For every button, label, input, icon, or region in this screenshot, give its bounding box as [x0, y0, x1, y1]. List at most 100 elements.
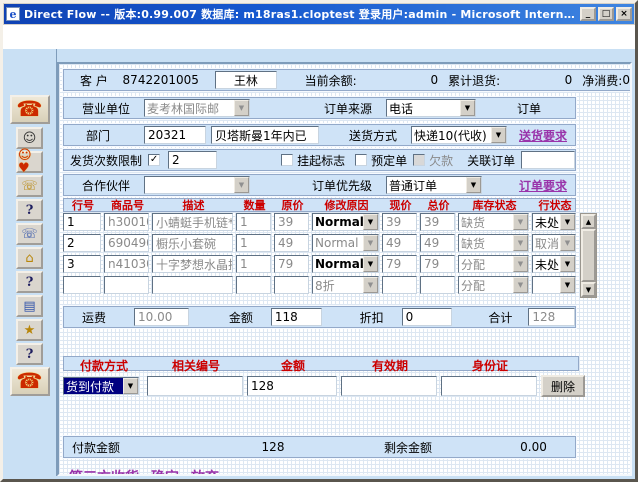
abandon-link[interactable]: 放弃	[191, 467, 219, 476]
qty-field[interactable]: 1	[236, 234, 271, 252]
orig-price-field[interactable]: 79	[274, 255, 309, 273]
help-icon[interactable]: ?	[16, 343, 43, 365]
line-status-select[interactable]: 未处▼	[532, 255, 576, 273]
total-price-field[interactable]: 49	[420, 234, 455, 252]
department-name-field[interactable]: 贝塔斯曼1年内已	[211, 126, 319, 144]
modify-reason-select[interactable]: Normal▼	[312, 234, 379, 252]
confirm-link[interactable]: 确定	[151, 467, 179, 476]
modify-reason-select[interactable]: Normal▼	[312, 213, 379, 231]
order-source-select[interactable]: 电话 ▼	[386, 99, 476, 117]
qty-field[interactable]: 1	[236, 255, 271, 273]
paid-amount-label: 付款金额	[64, 439, 214, 456]
line-status-select[interactable]: 未处▼	[532, 213, 576, 231]
cur-price-field[interactable]	[382, 276, 417, 294]
valid-until-field[interactable]	[341, 376, 437, 396]
chevron-down-icon: ▼	[560, 235, 575, 251]
maximize-button[interactable]: □	[598, 7, 614, 21]
payment-amount-field[interactable]: 128	[247, 376, 337, 396]
related-no-field[interactable]	[147, 376, 243, 396]
total-field[interactable]: 128	[528, 308, 575, 326]
description-field[interactable]: 橱乐小套碗	[152, 234, 233, 252]
cur-price-field[interactable]: 49	[382, 234, 417, 252]
priority-select[interactable]: 普通订单 ▼	[386, 176, 482, 194]
ship-limit-field[interactable]: 2	[168, 151, 217, 169]
total-price-field[interactable]: 79	[420, 255, 455, 273]
cur-price-field[interactable]: 39	[382, 213, 417, 231]
close-button[interactable]: ×	[616, 7, 632, 21]
sku-field[interactable]: h30010-1	[104, 213, 149, 231]
sparkle-icon[interactable]: ★	[16, 319, 43, 341]
line-no-field[interactable]: 1	[63, 213, 101, 231]
hold-flag-checkbox[interactable]	[281, 154, 293, 166]
line-no-field[interactable]: 3	[63, 255, 101, 273]
sku-field[interactable]	[104, 276, 149, 294]
preorder-checkbox[interactable]	[355, 154, 367, 166]
id-card-field[interactable]	[441, 376, 537, 396]
total-price-field[interactable]: 39	[420, 213, 455, 231]
description-field[interactable]	[152, 276, 233, 294]
business-unit-select[interactable]: 麦考林国际邮 ▼	[144, 99, 250, 117]
qty-field[interactable]: 1	[236, 213, 271, 231]
phone-call-bottom-icon[interactable]: ☎	[10, 367, 50, 396]
order-requirements-link[interactable]: 订单要求	[519, 177, 567, 194]
sku-field[interactable]: 690490-1	[104, 234, 149, 252]
modify-reason-select[interactable]: Normal▼	[312, 255, 379, 273]
totals-bar: 付款金额 128 剩余金额 0.00	[63, 436, 576, 458]
orig-price-field[interactable]	[274, 276, 309, 294]
stock-status-select[interactable]: 缺货▼	[458, 234, 529, 252]
customer-face-icon[interactable]: ☺	[16, 127, 43, 149]
cur-price-field[interactable]: 79	[382, 255, 417, 273]
orig-price-field[interactable]: 39	[274, 213, 309, 231]
payment-method-select[interactable]: 货到付款 ▼	[63, 377, 139, 395]
third-party-receive-link[interactable]: 第三方收货	[69, 467, 139, 476]
total-price-field[interactable]	[420, 276, 455, 294]
line-no-field[interactable]	[63, 276, 101, 294]
description-field[interactable]: 十字梦想水晶挂(	[152, 255, 233, 273]
delete-button[interactable]: 删除	[541, 375, 585, 397]
qty-field[interactable]	[236, 276, 271, 294]
total-label: 合计	[488, 309, 512, 326]
hand-question-icon[interactable]: ?	[16, 271, 43, 293]
notes-icon[interactable]: ▤	[16, 295, 43, 317]
description-field[interactable]: 小蜻蜓手机链*	[152, 213, 233, 231]
delivery-requirements-link[interactable]: 送货要求	[519, 127, 567, 144]
delivery-method-select[interactable]: 快递10(代收) ▼	[411, 126, 507, 144]
hand-receiver-icon[interactable]: ☏	[16, 175, 43, 197]
minimize-button[interactable]: _	[580, 7, 596, 21]
balance-label: 当前余额:	[305, 72, 357, 89]
discount-label: 折扣	[360, 309, 384, 326]
arrears-label: 欠款	[429, 152, 453, 169]
gift-inquiry-icon[interactable]: ?	[16, 199, 43, 221]
chevron-down-icon: ▼	[363, 214, 378, 230]
orig-price-field[interactable]: 49	[274, 234, 309, 252]
chevron-down-icon: ▼	[460, 100, 475, 116]
freight-field[interactable]: 10.00	[134, 308, 189, 326]
scroll-down-button[interactable]: ▼	[581, 282, 596, 297]
phone-dial-icon[interactable]: ☏	[16, 223, 43, 245]
department-code-field[interactable]: 20321	[144, 126, 206, 144]
customer-name-field[interactable]: 王林	[215, 71, 277, 89]
title-bar: e Direct Flow -- 版本:0.99.007 数据库: m18ras…	[4, 4, 634, 24]
home-icon[interactable]: ⌂	[16, 247, 43, 269]
line-status-select[interactable]: ▼	[532, 276, 576, 294]
scroll-up-button[interactable]: ▲	[581, 214, 596, 229]
returns-label: 累计退货:	[448, 72, 500, 89]
line-status-select[interactable]: 取消▼	[532, 234, 576, 252]
discount-field[interactable]: 0	[402, 308, 453, 326]
stock-status-select[interactable]: 缺货▼	[458, 213, 529, 231]
phone-call-icon[interactable]: ☎	[10, 95, 50, 124]
related-order-field[interactable]	[521, 151, 575, 169]
sku-field[interactable]: n41030-1	[104, 255, 149, 273]
chevron-down-icon: ▼	[234, 177, 249, 193]
table-scrollbar[interactable]: ▲ ▼	[580, 213, 597, 298]
amount-field[interactable]: 118	[271, 308, 322, 326]
paid-amount-value: 128	[214, 440, 324, 454]
scrollbar-thumb[interactable]	[581, 229, 596, 282]
partner-select[interactable]: ▼	[144, 176, 250, 194]
line-no-field[interactable]: 2	[63, 234, 101, 252]
ship-limit-checkbox[interactable]: ✓	[148, 154, 160, 166]
stock-status-select[interactable]: 分配▼	[458, 255, 529, 273]
stock-status-select[interactable]: 分配▼	[458, 276, 529, 294]
customer-favorite-icon[interactable]: ☺♥	[16, 151, 43, 173]
modify-reason-select[interactable]: 8折▼	[312, 276, 379, 294]
